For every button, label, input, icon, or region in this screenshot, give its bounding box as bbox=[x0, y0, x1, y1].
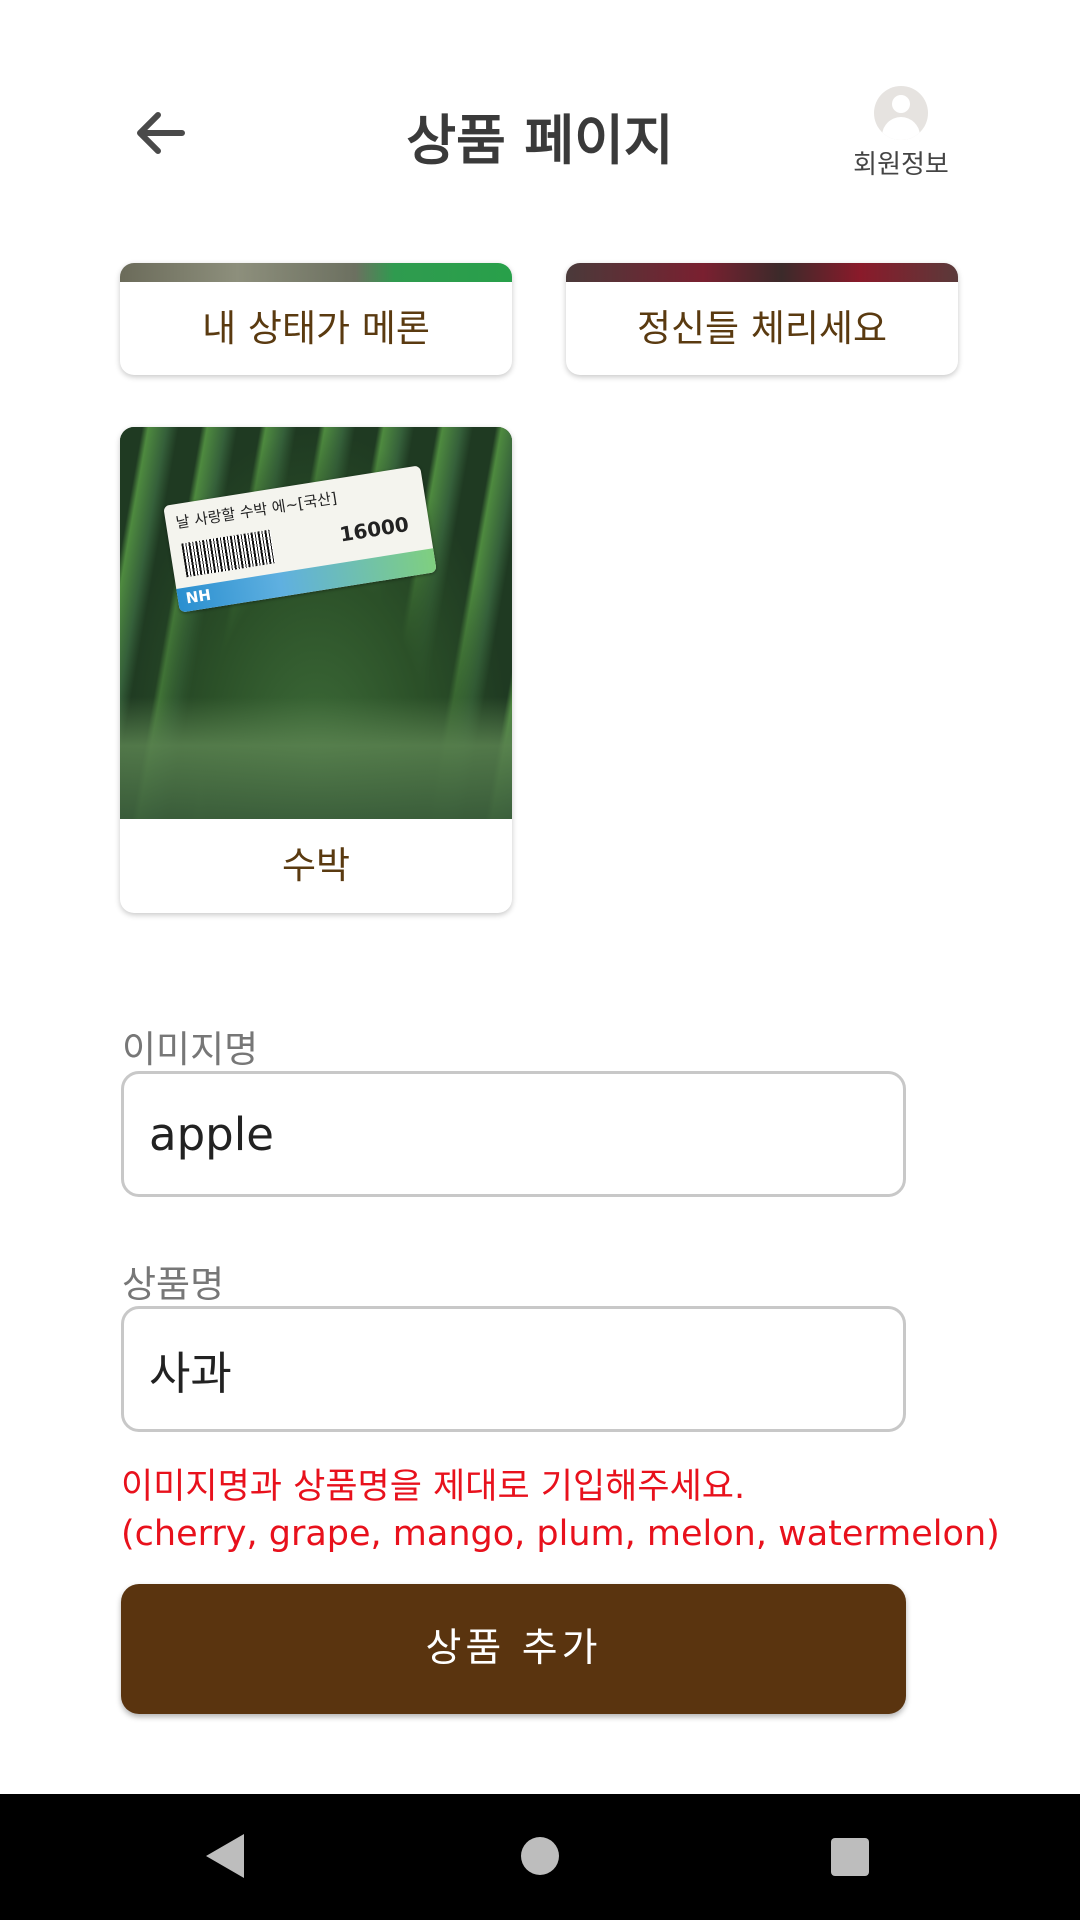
nav-home-icon[interactable] bbox=[521, 1837, 559, 1875]
sticker-brand: NH bbox=[184, 585, 213, 608]
profile-label: 회원정보 bbox=[853, 150, 949, 180]
product-image bbox=[120, 263, 512, 282]
price-sticker: 날 사랑할 수박 에~[국산] 16000 NH bbox=[163, 465, 437, 613]
product-name: 내 상태가 메론 bbox=[202, 307, 430, 350]
error-line-1: 이미지명과 상품명을 제대로 기입해주세요. bbox=[121, 1467, 746, 1507]
product-image: 날 사랑할 수박 에~[국산] 16000 NH bbox=[120, 427, 512, 819]
image-name-label: 이미지명 bbox=[122, 1028, 259, 1071]
nav-recents-icon[interactable] bbox=[831, 1838, 869, 1876]
error-line-2: (cherry, grape, mango, plum, melon, wate… bbox=[121, 1514, 1000, 1554]
barcode-icon bbox=[181, 529, 276, 578]
nav-back-icon[interactable] bbox=[206, 1834, 244, 1878]
user-avatar-icon bbox=[874, 86, 928, 140]
system-nav-bar bbox=[0, 1794, 1080, 1920]
product-image bbox=[566, 263, 958, 282]
product-name: 수박 bbox=[281, 844, 351, 887]
product-card-watermelon[interactable]: 날 사랑할 수박 에~[국산] 16000 NH 수박 bbox=[120, 427, 512, 913]
validation-error: 이미지명과 상품명을 제대로 기입해주세요. (cherry, grape, m… bbox=[121, 1464, 1000, 1558]
product-card-cherry[interactable]: 정신들 체리세요 bbox=[566, 263, 958, 375]
product-name-label: 상품명 bbox=[122, 1263, 225, 1306]
image-name-input[interactable] bbox=[121, 1071, 906, 1197]
product-name-input[interactable] bbox=[121, 1306, 906, 1432]
add-product-button[interactable]: 상품 추가 bbox=[121, 1584, 906, 1714]
product-name: 정신들 체리세요 bbox=[636, 307, 888, 350]
product-card-melon[interactable]: 내 상태가 메론 bbox=[120, 263, 512, 375]
profile-button[interactable]: 회원정보 bbox=[846, 86, 956, 181]
app-header: 상품 페이지 회원정보 bbox=[0, 0, 1080, 230]
sticker-price: 16000 bbox=[337, 511, 411, 547]
sticker-text: 날 사랑할 수박 에~[국산] bbox=[174, 488, 339, 533]
